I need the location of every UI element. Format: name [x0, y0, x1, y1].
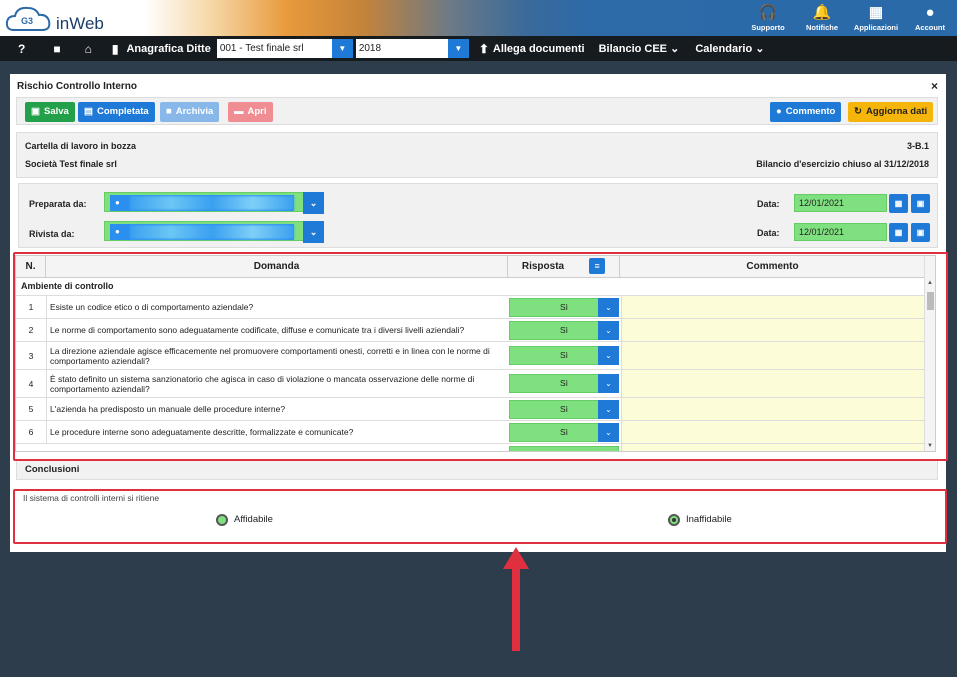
calendar-icon[interactable]: ▦ — [889, 223, 908, 242]
notifications-button[interactable]: 🔔 Notifiche — [795, 0, 849, 36]
user-icon: ● — [115, 198, 120, 207]
toolbar: ▣ Salva ▤ Completata ■ Archivia ▬ Apri ● Comm… — [16, 97, 938, 125]
year-value: 2018 — [358, 43, 382, 54]
apri-button[interactable]: ▬ Apri — [228, 102, 273, 122]
chevron-down-icon: ⌄ — [755, 43, 765, 55]
preparata-label: Preparata da: — [29, 199, 87, 209]
account-label: Account — [915, 23, 945, 32]
info-panel: Cartella di lavoro in bozza 3-B.1 Societ… — [16, 132, 938, 178]
commento-label: Commento — [785, 106, 836, 117]
logo-mark: G3 — [21, 16, 33, 26]
chevron-down-icon[interactable]: ⌄ — [303, 221, 324, 243]
conclusioni-highlight-box — [13, 489, 947, 544]
home-icon[interactable]: ⌂ — [85, 42, 92, 56]
support-label: Supporto — [751, 23, 785, 32]
rivista-user: ● — [110, 224, 294, 240]
period-text: Bilancio d'esercizio chiuso al 31/12/201… — [756, 159, 929, 169]
aggiorna-label: Aggiorna dati — [865, 106, 928, 117]
company-select[interactable]: 001 - Test finale srl ▼ — [216, 39, 353, 58]
close-icon[interactable]: × — [931, 79, 938, 93]
commento-button[interactable]: ● Commento — [770, 102, 842, 122]
bilancio-menu[interactable]: Bilancio CEE ⌄ — [599, 42, 680, 55]
code-text: 3-B.1 — [906, 141, 929, 151]
calendario-label: Calendario — [695, 43, 753, 55]
logo-text: inWeb — [56, 14, 104, 33]
preparata-user: ● — [110, 195, 294, 211]
red-arrow — [503, 547, 529, 651]
chevron-down-icon: ⌄ — [670, 43, 680, 55]
company-value: 001 - Test finale srl — [219, 43, 304, 54]
clipboard-icon: ▤ — [84, 106, 93, 117]
completata-button[interactable]: ▤ Completata — [78, 102, 155, 122]
applications-label: Applicazioni — [853, 23, 899, 32]
archivia-button[interactable]: ■ Archivia — [160, 102, 220, 122]
date-input-2[interactable]: 12/01/2021 — [794, 223, 887, 241]
video-icon[interactable]: ■ — [53, 42, 60, 56]
building-icon: ▮ — [111, 41, 119, 56]
data-label: Data: — [757, 199, 780, 209]
user-icon: ● — [115, 227, 120, 236]
floppy-icon: ▣ — [31, 106, 40, 117]
status-text: Cartella di lavoro in bozza — [25, 141, 137, 151]
completata-label: Completata — [96, 106, 149, 117]
help-button[interactable]: ? — [18, 42, 25, 56]
calendar-today-icon[interactable]: ▣ — [911, 194, 930, 213]
allega-link[interactable]: Allega documenti — [493, 43, 585, 55]
headset-icon: 🎧 — [758, 4, 778, 21]
calendario-menu[interactable]: Calendario ⌄ — [695, 42, 764, 55]
company-text: Società Test finale srl — [25, 159, 117, 169]
anagrafica-link[interactable]: Anagrafica Ditte — [126, 43, 210, 55]
support-button[interactable]: 🎧 Supporto — [741, 0, 795, 36]
data-label: Data: — [757, 228, 780, 238]
table-highlight-box — [13, 252, 948, 461]
modal-title: Rischio Controllo Interno — [17, 81, 137, 92]
user-icon: ● — [925, 4, 935, 21]
chevron-down-icon[interactable]: ▼ — [447, 39, 469, 58]
applications-button[interactable]: ▦ Applicazioni — [849, 0, 903, 36]
calendar-icon[interactable]: ▦ — [889, 194, 908, 213]
archivia-label: Archivia — [175, 106, 214, 117]
account-button[interactable]: ● Account — [903, 0, 957, 36]
bilancio-label: Bilancio CEE — [598, 43, 668, 55]
chevron-down-icon[interactable]: ▼ — [331, 39, 353, 58]
archive-icon: ■ — [166, 106, 172, 117]
blurred-name — [130, 225, 294, 239]
upload-icon: ⬆ — [478, 41, 489, 56]
main-navbar: ? ■ ⌂ ▮ Anagrafica Ditte 001 - Test fina… — [0, 36, 957, 61]
comment-icon: ● — [776, 106, 782, 117]
aggiorna-button[interactable]: ↻ Aggiorna dati — [848, 102, 934, 122]
top-bar: G3 inWeb 🎧 Supporto 🔔 Notifiche ▦ Applicazi… — [0, 0, 957, 36]
chevron-down-icon[interactable]: ⌄ — [303, 192, 324, 214]
conclusioni-header: Conclusioni — [16, 460, 938, 480]
rivista-select[interactable]: ● ⌄ — [104, 221, 324, 243]
rivista-label: Rivista da: — [29, 229, 75, 239]
preparata-select[interactable]: ● ⌄ — [104, 192, 324, 214]
save-label: Salva — [43, 106, 69, 117]
notifications-label: Notifiche — [805, 23, 839, 32]
apri-label: Apri — [247, 106, 267, 117]
calendar-today-icon[interactable]: ▣ — [911, 223, 930, 242]
year-select[interactable]: 2018 ▼ — [355, 39, 469, 58]
save-button[interactable]: ▣ Salva — [25, 102, 75, 122]
refresh-icon: ↻ — [854, 106, 862, 117]
blurred-name — [130, 196, 294, 210]
grid-icon: ▦ — [868, 4, 884, 21]
preparation-panel: Preparata da: ● ⌄ Rivista da: ● ⌄ Data: … — [18, 183, 938, 248]
bell-icon: 🔔 — [812, 4, 832, 21]
folder-icon: ▬ — [234, 106, 244, 117]
date-input-1[interactable]: 12/01/2021 — [794, 194, 887, 212]
